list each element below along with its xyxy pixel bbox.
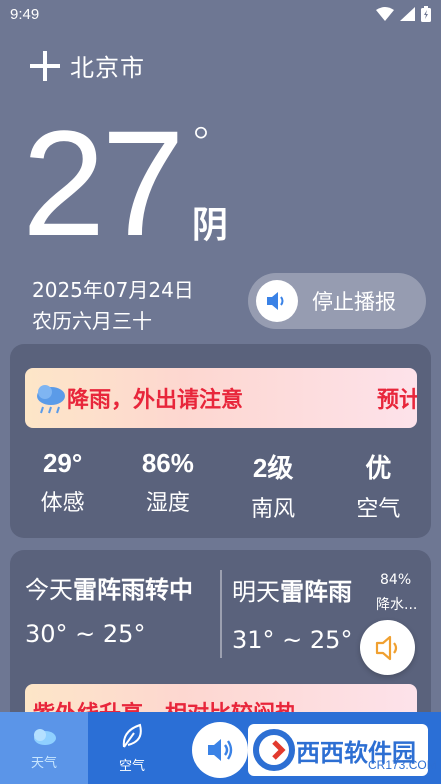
- weather-stats: 29° 体感 86% 湿度 2级 南风 优 空气: [10, 448, 431, 523]
- speaker-icon: [256, 280, 298, 322]
- leaf-icon: [122, 723, 142, 748]
- stat-air-quality[interactable]: 优 空气: [326, 448, 431, 523]
- stat-value: 优: [365, 453, 392, 483]
- weather-details-card: 降雨，外出请注意 预计 29° 体感 86% 湿度 2级 南风 优 空气: [10, 344, 431, 538]
- stop-broadcast-button[interactable]: 停止播报: [248, 273, 426, 329]
- current-temperature: 27: [22, 99, 185, 267]
- tomorrow-label: 明天: [232, 578, 280, 606]
- precip-percent: 84%: [380, 572, 412, 588]
- weather-condition: 阴: [192, 205, 229, 246]
- nav-weather[interactable]: 天气: [0, 712, 88, 784]
- forecast-tomorrow[interactable]: 明天雷阵雨: [232, 572, 352, 607]
- stat-label: 体感: [40, 491, 85, 516]
- add-city-button[interactable]: [28, 49, 62, 83]
- plus-icon: [30, 50, 60, 81]
- cloud-icon: [34, 728, 56, 745]
- watermark-sub: CR173.COM: [368, 758, 437, 772]
- stat-value: 2级: [252, 453, 294, 483]
- city-name[interactable]: 北京市: [70, 48, 145, 83]
- nav-air[interactable]: 空气: [88, 712, 176, 784]
- stat-label: 空气: [356, 497, 401, 522]
- status-icons: [376, 6, 431, 22]
- forecast-divider: [220, 570, 222, 658]
- speaker-icon: [208, 739, 233, 761]
- battery-icon: [421, 6, 431, 22]
- tomorrow-temp-range: 31° ~ 25°: [232, 626, 353, 654]
- degree-symbol: °: [190, 118, 212, 169]
- signal-icon: [400, 7, 415, 21]
- lunar-date-text: 农历六月三十: [32, 309, 152, 333]
- alert-text: 降雨，外出请注意: [67, 388, 244, 413]
- status-time: 9:49: [10, 6, 40, 23]
- speaker-icon: [375, 635, 397, 660]
- tomorrow-condition: 雷阵雨: [280, 578, 352, 606]
- stat-label: 湿度: [145, 491, 190, 516]
- today-label: 今天: [25, 576, 73, 604]
- stat-feels-like: 29° 体感: [10, 448, 115, 523]
- rain-cloud-icon: [37, 385, 65, 414]
- logo-icon: [253, 729, 295, 771]
- forecast-today[interactable]: 今天雷阵雨转中: [25, 570, 215, 605]
- city-header: 北京市: [28, 48, 145, 83]
- voice-broadcast-button[interactable]: [192, 722, 248, 778]
- stat-value: 29°: [42, 448, 83, 478]
- precip-label: 降水...: [376, 597, 418, 613]
- broadcast-label: 停止播报: [312, 290, 396, 314]
- floating-speaker-button[interactable]: [360, 620, 415, 675]
- alert-text-next: 预计: [377, 388, 417, 413]
- stat-humidity: 86% 湿度: [115, 448, 220, 523]
- today-temp-range: 30° ~ 25°: [25, 620, 146, 648]
- today-condition: 雷阵雨转中: [73, 576, 193, 604]
- date-text: 2025年07月24日: [32, 278, 194, 302]
- weather-alert-banner[interactable]: 降雨，外出请注意 预计: [25, 368, 417, 428]
- stat-label: 南风: [251, 497, 296, 522]
- nav-label: 空气: [118, 758, 145, 774]
- stat-wind: 2级 南风: [221, 448, 326, 523]
- status-bar: 9:49: [0, 0, 441, 30]
- site-watermark: 西西软件园 CR173.COM: [248, 724, 437, 776]
- nav-label: 天气: [30, 755, 57, 771]
- stat-value: 86%: [141, 448, 194, 478]
- wifi-icon: [376, 7, 394, 21]
